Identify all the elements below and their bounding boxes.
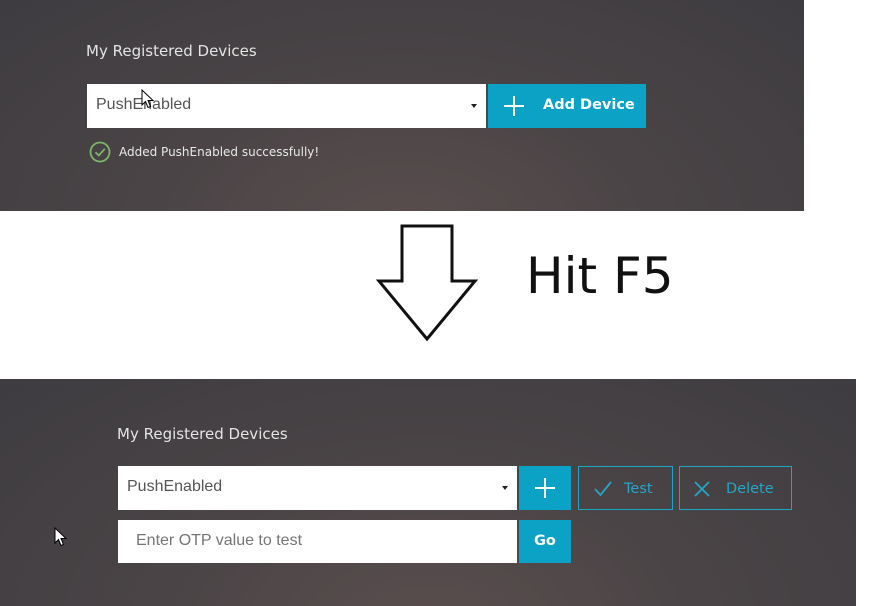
add-device-button[interactable]: Add Device <box>488 84 646 128</box>
checkmark-icon <box>594 481 612 497</box>
mouse-cursor-icon <box>54 527 68 547</box>
chevron-down-icon <box>502 486 508 490</box>
delete-button[interactable]: Delete <box>679 466 792 510</box>
close-icon <box>694 481 710 497</box>
device-panel-before: My Registered Devices PushEnabled Add De… <box>0 0 804 211</box>
otp-input[interactable]: Enter OTP value to test <box>118 520 517 563</box>
device-select[interactable]: PushEnabled <box>118 466 517 510</box>
plus-icon <box>504 96 524 116</box>
down-arrow-icon <box>376 224 478 342</box>
device-panel-after: My Registered Devices PushEnabled Test D… <box>0 379 856 606</box>
test-button[interactable]: Test <box>578 466 673 510</box>
device-select-value: PushEnabled <box>127 478 223 495</box>
plus-icon <box>535 478 555 498</box>
mouse-cursor-icon <box>141 89 155 109</box>
go-button[interactable]: Go <box>519 520 571 563</box>
hit-f5-annotation: Hit F5 <box>526 247 674 305</box>
add-device-button[interactable] <box>519 466 571 510</box>
add-device-label: Add Device <box>543 97 635 113</box>
test-label: Test <box>624 481 653 497</box>
otp-input-placeholder: Enter OTP value to test <box>136 532 303 549</box>
go-label: Go <box>534 533 556 549</box>
chevron-down-icon <box>471 104 477 108</box>
section-title: My Registered Devices <box>117 425 288 443</box>
success-check-icon <box>89 141 111 163</box>
status-message: Added PushEnabled successfully! <box>119 145 320 159</box>
delete-label: Delete <box>726 481 774 497</box>
section-title: My Registered Devices <box>86 42 257 60</box>
